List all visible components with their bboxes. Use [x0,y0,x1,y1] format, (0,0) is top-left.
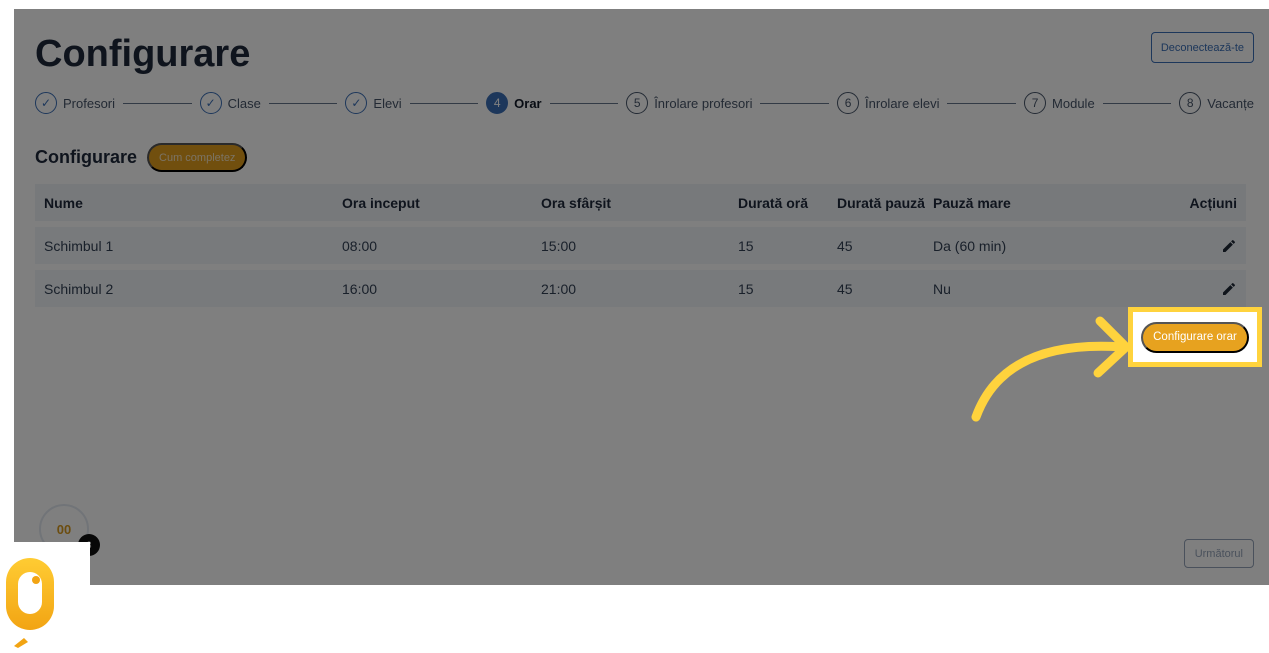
table-row: Schimbul 1 08:00 15:00 15 45 Da (60 min) [35,227,1246,264]
check-icon: ✓ [199,92,222,114]
pointer-arrow-icon [971,316,1131,422]
table-header: Nume Ora inceput Ora sfârșit Durată oră … [35,184,1246,221]
step-connector [409,102,479,104]
step-label: Elevi [373,95,402,111]
edit-icon[interactable] [1221,238,1237,254]
app-content: Configurare Deconectează-te ✓ Profesori … [14,9,1269,585]
cell-end: 15:00 [541,237,577,254]
cell-name: Schimbul 2 [44,280,114,297]
step-label: Clase [227,95,261,111]
cell-long-break: Da (60 min) [933,237,1007,254]
step-inrolare-profesori[interactable]: 5 Înrolare profesori [626,92,752,114]
logo-icon [6,558,54,648]
step-orar[interactable]: 4 Orar [486,92,542,114]
cell-hour-duration: 15 [738,280,754,297]
step-elevi[interactable]: ✓ Elevi [345,92,402,114]
column-header: Durată pauză [837,194,925,211]
step-vacante[interactable]: 8 Vacanțe [1179,92,1254,114]
row-actions [1164,237,1246,254]
help-button[interactable]: Cum completez [147,143,248,172]
next-button[interactable]: Următorul [1183,539,1254,568]
brand-logo [0,542,90,648]
step-connector [549,102,619,104]
section-header: Configurare Cum completez [35,143,248,172]
step-number: 5 [626,92,649,114]
step-label: Vacanțe [1207,95,1254,111]
page-title: Configurare [35,33,251,75]
step-label: Orar [514,95,542,111]
edit-icon[interactable] [1221,281,1237,297]
step-connector [123,102,192,104]
setup-stepper: ✓ Profesori ✓ Clase ✓ Elevi 4 Orar 5 Înr… [35,89,1254,117]
step-connector [1102,102,1172,104]
column-header: Durată oră [738,194,809,211]
step-number: 8 [1179,92,1202,114]
cell-end: 21:00 [541,280,577,297]
tutorial-highlight: Configurare orar [1128,307,1262,367]
step-module[interactable]: 7 Module [1024,92,1095,114]
shifts-table: Nume Ora inceput Ora sfârșit Durată oră … [35,184,1246,313]
step-label: Module [1052,95,1095,111]
column-header: Ora sfârșit [541,194,612,211]
cell-start: 16:00 [342,280,378,297]
table-row: Schimbul 2 16:00 21:00 15 45 Nu [35,270,1246,307]
step-clase[interactable]: ✓ Clase [199,92,261,114]
app-screen: Configurare Deconectează-te ✓ Profesori … [14,9,1269,585]
step-label: Înrolare elevi [865,95,940,111]
column-header: Acțiuni [1189,194,1237,211]
step-number: 4 [486,92,509,114]
check-icon: ✓ [345,92,368,114]
cell-break-duration: 45 [837,237,853,254]
step-label: Profesori [63,95,116,111]
step-connector [268,102,338,104]
step-inrolare-elevi[interactable]: 6 Înrolare elevi [837,92,939,114]
step-connector [760,102,830,104]
logout-button[interactable]: Deconectează-te [1150,32,1254,63]
cell-hour-duration: 15 [738,237,754,254]
column-header: Nume [44,194,83,211]
step-number: 7 [1024,92,1047,114]
column-header: Ora inceput [342,194,420,211]
section-title: Configurare [35,147,138,167]
check-icon: ✓ [35,92,57,114]
configure-schedule-button[interactable]: Configurare orar [1141,321,1249,353]
step-number: 6 [837,92,860,114]
cell-name: Schimbul 1 [44,237,114,254]
cell-start: 08:00 [342,237,378,254]
step-label: Înrolare profesori [654,95,753,111]
column-header: Pauză mare [933,194,1011,211]
cell-break-duration: 45 [837,280,853,297]
row-actions [1164,280,1246,297]
step-connector [947,102,1017,104]
cell-long-break: Nu [933,280,951,297]
step-profesori[interactable]: ✓ Profesori [35,92,115,114]
